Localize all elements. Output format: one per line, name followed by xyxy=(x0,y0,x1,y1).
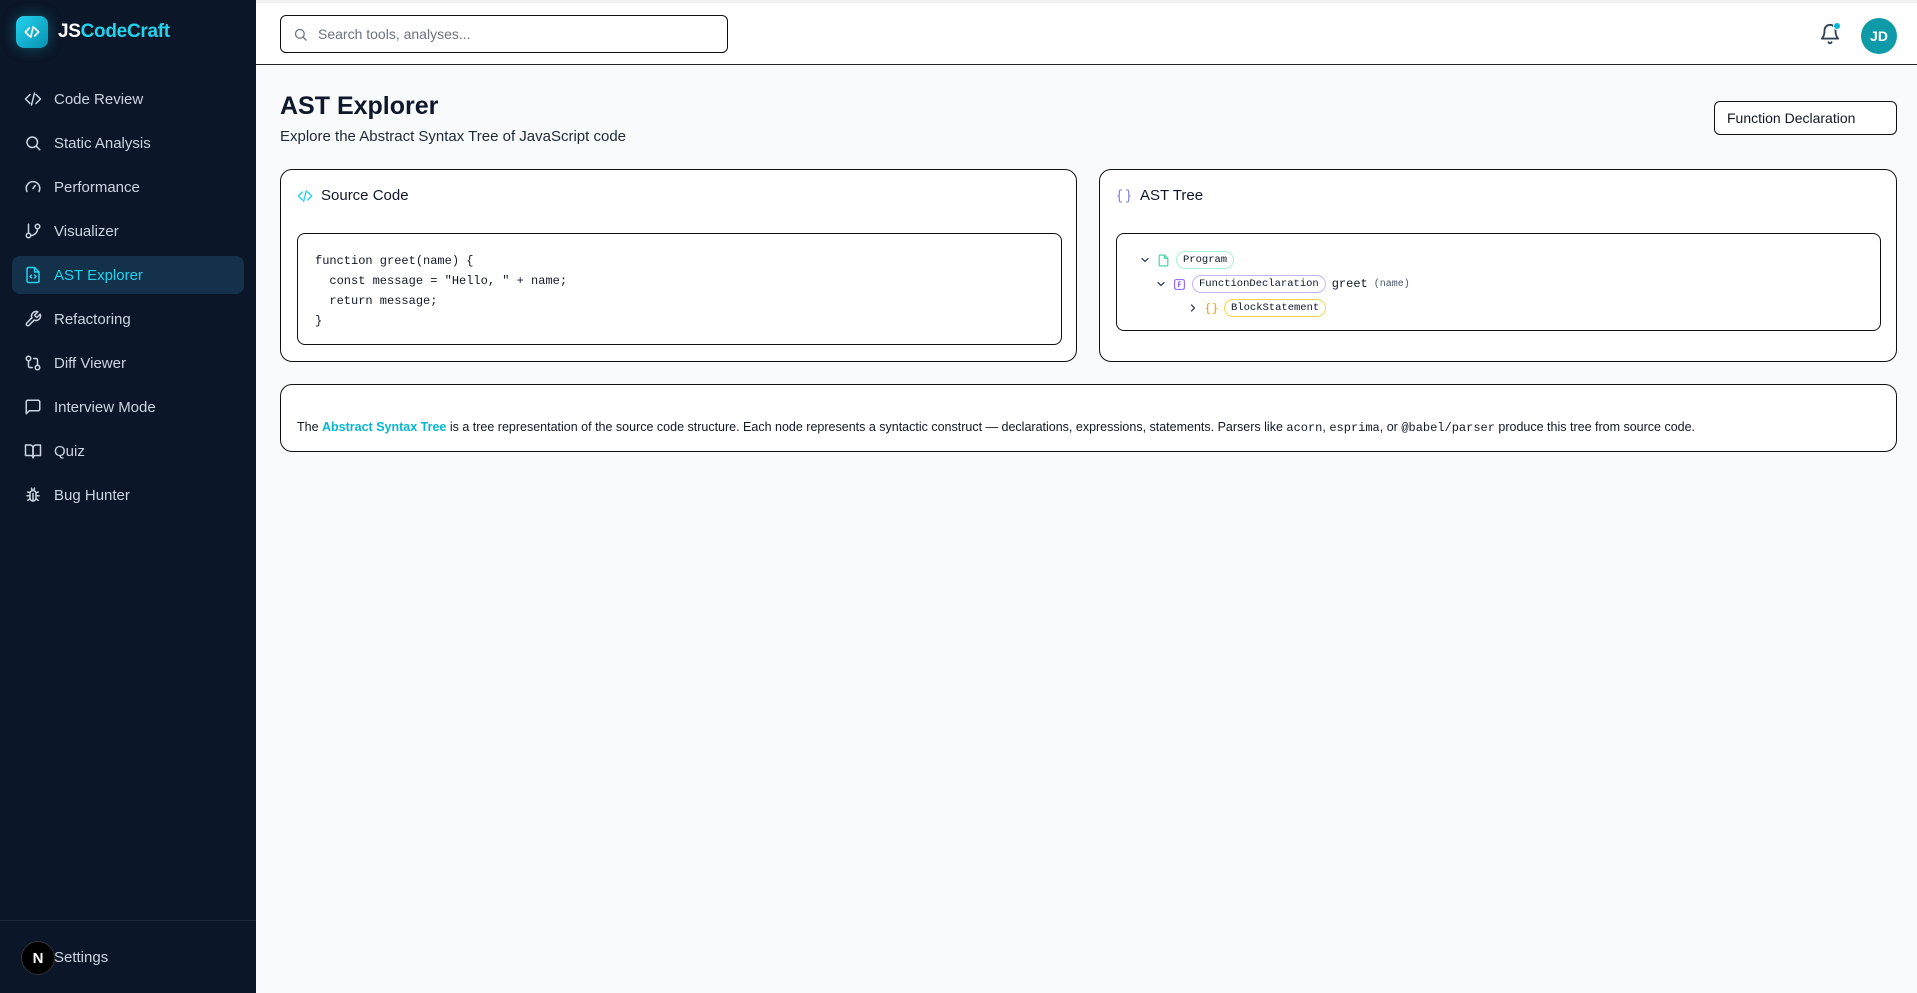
brand-name: JSCodeCraft xyxy=(58,21,170,42)
sidebar-item-quiz[interactable]: Quiz xyxy=(12,432,244,470)
chevron-down-icon[interactable] xyxy=(1139,254,1151,266)
sidebar-item-interview-mode[interactable]: Interview Mode xyxy=(12,388,244,426)
sidebar-item-diff-viewer[interactable]: Diff Viewer xyxy=(12,344,244,382)
message-square-icon xyxy=(25,399,41,415)
sidebar-item-label: Visualizer xyxy=(54,222,119,240)
wrench-icon xyxy=(25,310,42,327)
file-icon xyxy=(1158,254,1169,266)
sidebar-item-ast-explorer[interactable]: AST Explorer xyxy=(12,256,244,294)
source-code-header: Source Code xyxy=(297,187,409,204)
source-code-card: Source Code function greet(name) { const… xyxy=(280,169,1077,362)
brand[interactable]: JSCodeCraft xyxy=(0,0,256,64)
tree-node-function-declaration[interactable]: FunctionDeclaration greet (name) xyxy=(1139,272,1858,296)
ast-tree-header: AST Tree xyxy=(1116,187,1203,204)
sidebar: JSCodeCraft Code Review Static Analysis … xyxy=(0,0,256,993)
ast-tree-card: AST Tree Program FunctionDeclaration gre… xyxy=(1099,169,1897,362)
code-babel-parser: @babel/parser xyxy=(1401,421,1495,435)
sidebar-item-performance[interactable]: Performance xyxy=(12,168,244,206)
ast-info-card: The Abstract Syntax Tree is a tree repre… xyxy=(280,384,1897,452)
braces-icon xyxy=(1206,302,1217,314)
sidebar-item-label: Refactoring xyxy=(54,310,131,328)
chevron-right-icon[interactable] xyxy=(1187,302,1199,314)
ast-tree-view: Program FunctionDeclaration greet (name)… xyxy=(1116,233,1881,331)
search-box[interactable] xyxy=(280,15,728,53)
search-input[interactable] xyxy=(318,26,698,42)
node-type-pill: FunctionDeclaration xyxy=(1192,275,1326,293)
node-type-pill: Program xyxy=(1176,251,1235,269)
git-branch-icon xyxy=(25,223,41,239)
ast-info-link[interactable]: Abstract Syntax Tree xyxy=(322,420,446,434)
function-icon xyxy=(1174,278,1185,290)
sidebar-item-code-review[interactable]: Code Review xyxy=(12,80,244,118)
ast-info-text: The Abstract Syntax Tree is a tree repre… xyxy=(297,420,1696,435)
ast-tree-title: AST Tree xyxy=(1140,187,1204,204)
sidebar-nav: Code Review Static Analysis Performance … xyxy=(0,80,256,514)
sidebar-item-label: Diff Viewer xyxy=(54,354,126,372)
sidebar-item-settings[interactable]: N Settings xyxy=(0,920,256,993)
notification-dot xyxy=(1833,22,1841,30)
avatar[interactable]: JD xyxy=(1861,18,1897,54)
sidebar-item-static-analysis[interactable]: Static Analysis xyxy=(12,124,244,162)
git-compare-icon xyxy=(25,355,41,371)
page-subtitle: Explore the Abstract Syntax Tree of Java… xyxy=(280,128,627,145)
sidebar-item-visualizer[interactable]: Visualizer xyxy=(12,212,244,250)
search-icon xyxy=(294,28,307,41)
book-open-icon xyxy=(24,444,42,459)
gauge-icon xyxy=(25,180,41,193)
braces-icon xyxy=(1117,188,1131,203)
example-select[interactable]: Function Declaration xyxy=(1714,101,1897,135)
sidebar-item-refactoring[interactable]: Refactoring xyxy=(12,300,244,338)
chevron-down-icon[interactable] xyxy=(1155,278,1167,290)
sidebar-item-bug-hunter[interactable]: Bug Hunter xyxy=(12,476,244,514)
file-code-icon xyxy=(26,266,40,284)
settings-label: Settings xyxy=(54,948,109,966)
sidebar-item-label: Code Review xyxy=(54,90,144,108)
sidebar-item-label: Bug Hunter xyxy=(54,486,130,504)
top-header: JD xyxy=(256,0,1917,65)
node-type-pill: BlockStatement xyxy=(1224,299,1327,317)
code-acorn: acorn xyxy=(1286,421,1323,435)
n-badge[interactable]: N xyxy=(21,941,55,975)
sidebar-item-label: AST Explorer xyxy=(54,266,143,284)
node-name: greet xyxy=(1331,277,1368,291)
tree-node-block-statement[interactable]: BlockStatement xyxy=(1139,296,1858,320)
search-icon xyxy=(26,136,41,151)
tree-node-program[interactable]: Program xyxy=(1139,248,1858,272)
code-icon xyxy=(297,189,313,202)
page-title: AST Explorer xyxy=(280,92,439,120)
sidebar-item-label: Interview Mode xyxy=(54,398,156,416)
code-esprima: esprima xyxy=(1329,421,1380,435)
sidebar-item-label: Quiz xyxy=(54,442,85,460)
source-code-title: Source Code xyxy=(321,187,409,204)
sidebar-item-label: Static Analysis xyxy=(54,134,151,152)
source-code-editor[interactable]: function greet(name) { const message = "… xyxy=(297,233,1062,345)
code-icon xyxy=(24,92,42,106)
sidebar-item-label: Performance xyxy=(54,178,140,196)
bug-icon xyxy=(26,487,40,502)
node-params: (name) xyxy=(1373,278,1410,290)
logo-code-icon xyxy=(16,16,48,48)
